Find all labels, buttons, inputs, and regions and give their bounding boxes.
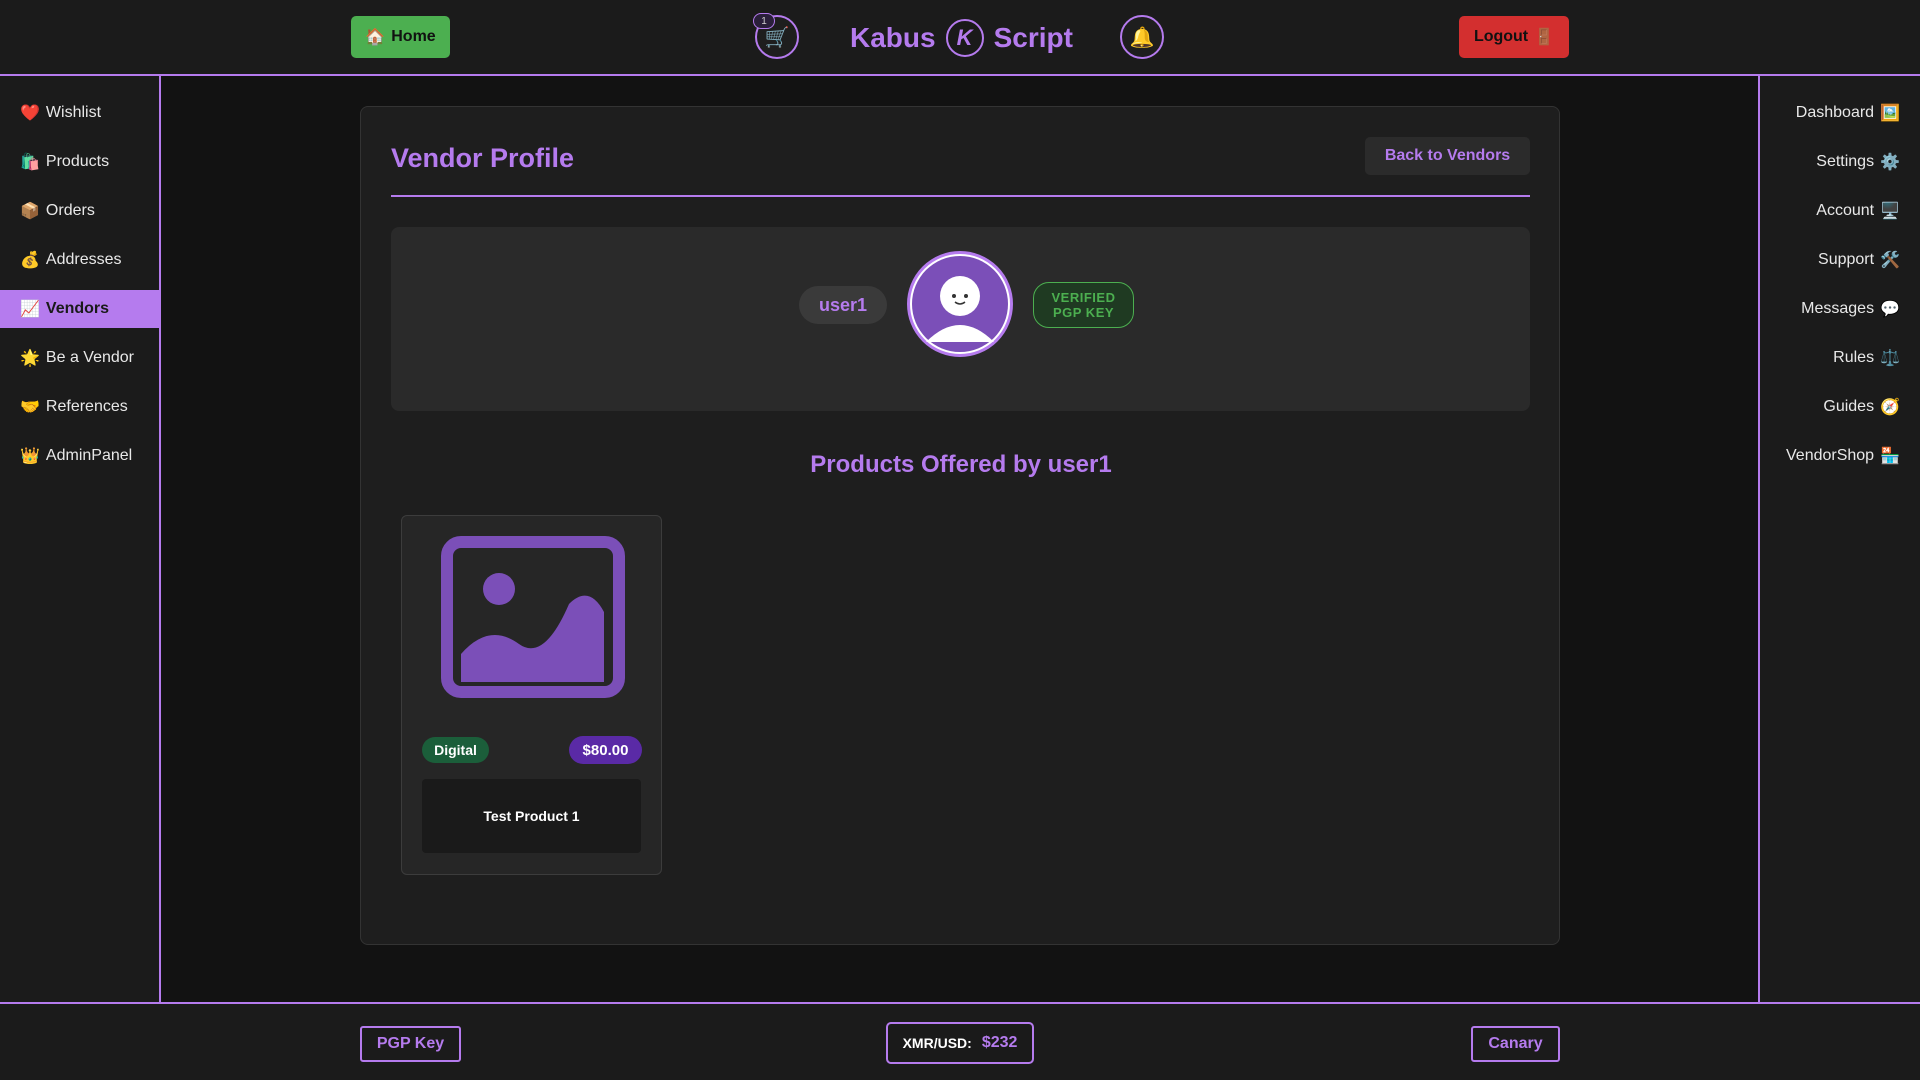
sidebar-item-guides[interactable]: Guides 🧭 xyxy=(1760,388,1920,426)
right-sidebar: Dashboard 🖼️ Settings ⚙️ Account 🖥️ Supp… xyxy=(1758,76,1920,1002)
sidebar-item-orders[interactable]: 📦 Orders xyxy=(0,192,159,230)
home-button[interactable]: 🏠 Home xyxy=(351,16,450,58)
rate-value: $232 xyxy=(981,1034,1018,1051)
sidebar-item-vendors[interactable]: 📈 Vendors xyxy=(0,290,159,328)
brand-right-text: Script xyxy=(993,22,1073,53)
sidebar-item-label: Settings xyxy=(1816,153,1875,170)
convenience-store-icon: 🏪 xyxy=(1880,448,1900,465)
handshake-icon: 🤝 xyxy=(20,399,40,416)
door-icon: 🚪 xyxy=(1534,29,1555,46)
sidebar-item-addresses[interactable]: 💰 Addresses xyxy=(0,241,159,279)
desktop-computer-icon: 🖥️ xyxy=(1880,203,1900,220)
money-bag-icon: 💰 xyxy=(20,252,40,269)
exchange-rate-display: XMR/USD: $232 xyxy=(886,1022,1034,1064)
footer: PGP Key XMR/USD: $232 Canary xyxy=(0,1002,1920,1080)
canary-button[interactable]: Canary xyxy=(1471,1026,1560,1062)
speech-bubble-icon: 💬 xyxy=(1880,301,1900,318)
left-sidebar: ❤️ Wishlist 🛍️ Products 📦 Orders 💰 Addre… xyxy=(0,76,161,1002)
product-name[interactable]: Test Product 1 xyxy=(422,779,641,853)
user-avatar-icon xyxy=(912,256,1008,352)
sidebar-item-label: AdminPanel xyxy=(45,447,133,464)
sidebar-item-label: Addresses xyxy=(45,251,122,268)
sidebar-item-adminpanel[interactable]: 👑 AdminPanel xyxy=(0,437,159,475)
vendor-username: user1 xyxy=(799,286,887,324)
chart-increasing-icon: 📈 xyxy=(20,301,40,318)
sidebar-item-label: Products xyxy=(45,153,110,170)
notifications-button[interactable]: 🔔 xyxy=(1120,15,1164,59)
cart-button[interactable]: 🛒 1 xyxy=(753,13,799,59)
brand-title[interactable]: Kabus K Script xyxy=(850,16,1073,60)
home-icon: 🏠 xyxy=(365,29,386,46)
sidebar-item-be-a-vendor[interactable]: 🌟 Be a Vendor xyxy=(0,339,159,377)
sidebar-item-rules[interactable]: Rules ⚖️ xyxy=(1760,339,1920,377)
sidebar-item-support[interactable]: Support 🛠️ xyxy=(1760,241,1920,279)
package-icon: 📦 xyxy=(20,203,40,220)
category-badge: Digital xyxy=(422,737,489,763)
sidebar-item-account[interactable]: Account 🖥️ xyxy=(1760,192,1920,230)
rate-label: XMR/USD: xyxy=(902,1035,972,1051)
title-divider xyxy=(391,195,1530,197)
brand-logo-icon: K xyxy=(945,19,984,57)
products-heading: Products Offered by user1 xyxy=(810,451,1112,478)
logout-button[interactable]: Logout 🚪 xyxy=(1459,16,1569,58)
sidebar-item-label: References xyxy=(45,398,128,415)
sidebar-item-settings[interactable]: Settings ⚙️ xyxy=(1760,143,1920,181)
vendor-profile-card: Vendor Profile Back to Vendors user1 VER… xyxy=(360,106,1560,945)
sidebar-item-label: Rules xyxy=(1833,349,1875,366)
sidebar-item-label: Messages xyxy=(1801,300,1875,317)
vendor-profile-panel: user1 VERIFIED PGP KEY xyxy=(391,227,1530,411)
sidebar-item-label: Dashboard xyxy=(1795,104,1875,121)
verified-pgp-badge: VERIFIED PGP KEY xyxy=(1033,282,1134,328)
sidebar-item-label: Account xyxy=(1816,202,1875,219)
shopping-bags-icon: 🛍️ xyxy=(20,154,40,171)
crown-icon: 👑 xyxy=(20,448,40,465)
sidebar-item-references[interactable]: 🤝 References xyxy=(0,388,159,426)
sidebar-item-label: Orders xyxy=(45,202,95,219)
brand-left-text: Kabus xyxy=(850,22,936,53)
sidebar-item-wishlist[interactable]: ❤️ Wishlist xyxy=(0,94,159,132)
sidebar-item-dashboard[interactable]: Dashboard 🖼️ xyxy=(1760,94,1920,132)
gear-icon: ⚙️ xyxy=(1880,154,1900,171)
compass-icon: 🧭 xyxy=(1880,399,1900,416)
back-to-vendors-button[interactable]: Back to Vendors xyxy=(1365,137,1530,175)
sidebar-item-label: Wishlist xyxy=(45,104,102,121)
sidebar-item-label: Guides xyxy=(1823,398,1875,415)
bell-icon: 🔔 xyxy=(1129,26,1155,49)
sidebar-item-vendorshop[interactable]: VendorShop 🏪 xyxy=(1760,437,1920,475)
framed-picture-icon: 🖼️ xyxy=(1880,105,1900,122)
sidebar-item-label: Support xyxy=(1818,251,1875,268)
sidebar-item-products[interactable]: 🛍️ Products xyxy=(0,143,159,181)
home-label: Home xyxy=(391,28,436,45)
sidebar-item-label: VendorShop xyxy=(1786,447,1875,464)
sidebar-item-label: Vendors xyxy=(45,300,110,317)
sidebar-item-messages[interactable]: Messages 💬 xyxy=(1760,290,1920,328)
product-card[interactable]: Digital $80.00 Test Product 1 xyxy=(401,515,662,875)
pgp-key-label: PGP KEY xyxy=(1052,305,1115,320)
balance-scale-icon: ⚖️ xyxy=(1880,350,1900,367)
image-placeholder-icon xyxy=(441,536,625,698)
top-header: 🏠 Home 🛒 1 Kabus K Script 🔔 Logout 🚪 xyxy=(0,0,1920,76)
cart-count-badge: 1 xyxy=(753,13,775,29)
price-badge: $80.00 xyxy=(569,736,642,764)
star-icon: 🌟 xyxy=(20,350,40,367)
tools-icon: 🛠️ xyxy=(1880,252,1900,269)
pgp-key-button[interactable]: PGP Key xyxy=(360,1026,461,1062)
avatar xyxy=(907,251,1013,357)
verified-label: VERIFIED xyxy=(1051,290,1116,305)
page-title: Vendor Profile xyxy=(391,143,575,173)
logout-label: Logout xyxy=(1473,28,1529,45)
heart-icon: ❤️ xyxy=(20,105,40,122)
sidebar-item-label: Be a Vendor xyxy=(45,349,134,366)
